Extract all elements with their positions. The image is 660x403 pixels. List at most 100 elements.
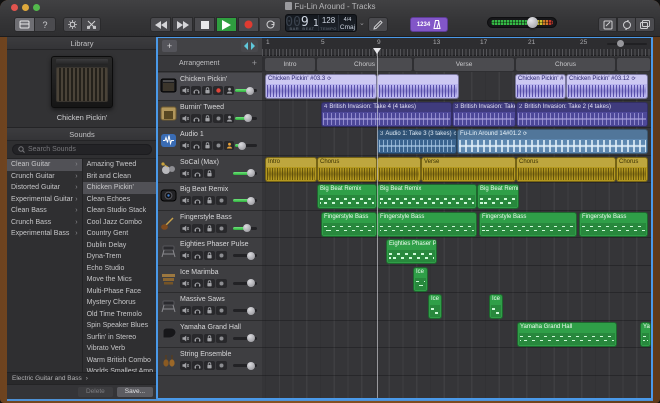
sound-patch-item[interactable]: Mystery Chorus bbox=[83, 297, 157, 309]
count-in-button[interactable]: 1234 bbox=[417, 22, 430, 28]
arrangement-marker[interactable] bbox=[617, 58, 650, 71]
sound-patch-item[interactable]: Move the Mics bbox=[83, 274, 157, 286]
volume-knob[interactable] bbox=[243, 224, 251, 232]
region-chicken-pickin-03-3[interactable]: Chicken Pickin' #03.3⟳ bbox=[265, 74, 377, 99]
track-header-chicken-pickin-[interactable]: Chicken Pickin' bbox=[157, 73, 262, 101]
sound-category-item[interactable]: Experimental Guitar› bbox=[7, 194, 82, 206]
region-chicken-pickin[interactable]: Chicken Pickin' # bbox=[515, 74, 566, 99]
delete-button[interactable]: Delete bbox=[78, 387, 113, 397]
track-lane[interactable] bbox=[262, 348, 652, 376]
loop-browser-button[interactable] bbox=[617, 17, 636, 32]
record-enable-button[interactable] bbox=[216, 251, 227, 260]
track-header-fingerstyle-bass[interactable]: Fingerstyle Bass bbox=[157, 211, 262, 239]
solo-button[interactable] bbox=[192, 169, 203, 178]
sound-patch-item[interactable]: Warm British Combo bbox=[83, 355, 157, 367]
volume-knob[interactable] bbox=[247, 279, 255, 287]
forward-button[interactable] bbox=[172, 17, 193, 32]
track-volume-slider[interactable] bbox=[233, 172, 257, 175]
volume-knob[interactable] bbox=[247, 362, 255, 370]
track-lock-button[interactable] bbox=[204, 196, 215, 205]
track-lane[interactable] bbox=[262, 238, 652, 266]
region-yamaha-grand-hall[interactable]: Yamaha Grand Hall bbox=[517, 322, 617, 347]
track-lock-button[interactable] bbox=[204, 361, 215, 370]
region-british-invasion-take-3-4-takes[interactable]: 3British Invasion: Take 3 (4 takes) bbox=[452, 102, 516, 127]
solo-button[interactable] bbox=[192, 361, 203, 370]
region-chorus[interactable]: Chorus bbox=[616, 157, 648, 182]
sound-category-item[interactable]: Crunch Guitar› bbox=[7, 171, 82, 183]
volume-knob[interactable] bbox=[238, 142, 246, 150]
volume-knob[interactable] bbox=[247, 197, 255, 205]
region-ice[interactable]: Ice bbox=[413, 267, 428, 292]
mute-button[interactable] bbox=[180, 141, 190, 150]
track-header-string-ensemble[interactable]: String Ensemble bbox=[157, 348, 262, 376]
region-fingerstyle-bass[interactable]: Fingerstyle Bass bbox=[579, 212, 648, 237]
track-volume-slider[interactable] bbox=[235, 144, 257, 147]
region-fingerstyle-bass[interactable]: Fingerstyle Bass bbox=[377, 212, 477, 237]
track-lane[interactable] bbox=[262, 293, 652, 321]
mute-button[interactable] bbox=[180, 306, 191, 315]
record-enable-button[interactable] bbox=[216, 334, 227, 343]
solo-button[interactable] bbox=[191, 86, 201, 95]
mute-button[interactable] bbox=[180, 169, 191, 178]
mute-button[interactable] bbox=[180, 114, 190, 123]
sound-patch-item[interactable]: Amazing Tweed bbox=[83, 159, 157, 171]
settings-button[interactable] bbox=[63, 17, 82, 32]
sound-category-item[interactable]: Clean Guitar› bbox=[7, 159, 82, 171]
sound-category-item[interactable]: Clean Bass› bbox=[7, 205, 82, 217]
record-button[interactable] bbox=[238, 17, 259, 32]
sound-patch-item[interactable]: Cool Jazz Combo bbox=[83, 217, 157, 229]
track-lock-button[interactable] bbox=[204, 279, 215, 288]
track-volume-slider[interactable] bbox=[233, 282, 257, 285]
track-lock-button[interactable] bbox=[202, 141, 212, 150]
region-untitled[interactable] bbox=[377, 157, 421, 182]
track-lock-button[interactable] bbox=[204, 334, 215, 343]
arrangement-marker-chorus[interactable]: Chorus bbox=[317, 58, 412, 71]
add-arrangement-marker-button[interactable]: + bbox=[252, 56, 257, 71]
track-header-burnin-tweed[interactable]: Burnin' Tweed bbox=[157, 101, 262, 129]
track-volume-slider[interactable] bbox=[233, 337, 257, 340]
sound-patch-item[interactable]: Spin Speaker Blues bbox=[83, 320, 157, 332]
region-british-invasion-take-4-4-takes[interactable]: 4British Invasion: Take 4 (4 takes) bbox=[321, 102, 452, 127]
region-big-beat-remix[interactable]: Big Beat Remix bbox=[317, 184, 377, 209]
volume-knob[interactable] bbox=[246, 87, 254, 95]
track-volume-slider[interactable] bbox=[233, 364, 257, 367]
track-header-audio-1[interactable]: Audio 1 bbox=[157, 128, 262, 156]
record-enable-button[interactable] bbox=[213, 114, 223, 123]
track-volume-slider[interactable] bbox=[235, 117, 257, 120]
sound-patch-item[interactable]: Old Time Tremolo bbox=[83, 309, 157, 321]
timeline-ruler[interactable]: 15913172125 bbox=[262, 37, 652, 56]
mute-button[interactable] bbox=[180, 361, 191, 370]
solo-button[interactable] bbox=[191, 114, 201, 123]
input-monitoring-button[interactable] bbox=[224, 86, 234, 95]
track-header-options-button[interactable] bbox=[241, 40, 258, 52]
mute-button[interactable] bbox=[180, 224, 191, 233]
track-header-eighties-phaser-pulse[interactable]: Eighties Phaser Pulse bbox=[157, 238, 262, 266]
region-untitled[interactable] bbox=[377, 74, 459, 99]
record-enable-button[interactable] bbox=[216, 306, 227, 315]
region-ya[interactable]: Ya bbox=[640, 322, 651, 347]
sound-patch-item[interactable]: Brit and Clean bbox=[83, 171, 157, 183]
zoom-slider-knob[interactable] bbox=[617, 40, 624, 47]
mute-button[interactable] bbox=[180, 196, 191, 205]
lcd-display[interactable]: 00 9 1 BAR BEAT 128 TEMPO 4/4 Cmaj bbox=[285, 14, 357, 32]
solo-button[interactable] bbox=[192, 306, 203, 315]
track-header-massive-saws[interactable]: Massive Saws bbox=[157, 293, 262, 321]
cut-button[interactable] bbox=[82, 17, 101, 32]
zoom-slider[interactable] bbox=[607, 40, 647, 47]
region-ice[interactable]: Ice bbox=[428, 294, 442, 319]
solo-button[interactable] bbox=[192, 334, 203, 343]
track-volume-slider[interactable] bbox=[233, 227, 257, 230]
record-enable-button[interactable] bbox=[216, 196, 227, 205]
mute-button[interactable] bbox=[180, 279, 191, 288]
record-enable-button[interactable] bbox=[216, 224, 227, 233]
track-lock-button[interactable] bbox=[204, 306, 215, 315]
track-header-yamaha-grand-hall[interactable]: Yamaha Grand Hall bbox=[157, 321, 262, 349]
sound-category-item[interactable]: Experimental Bass› bbox=[7, 228, 82, 240]
solo-button[interactable] bbox=[191, 141, 201, 150]
region-intro[interactable]: Intro bbox=[265, 157, 317, 182]
track-header-ice-marimba[interactable]: Ice Marimba bbox=[157, 266, 262, 294]
mute-button[interactable] bbox=[180, 251, 191, 260]
volume-knob[interactable] bbox=[247, 334, 255, 342]
track-lock-button[interactable] bbox=[204, 169, 215, 178]
region-eighties-phaser-pul[interactable]: Eighties Phaser Pul bbox=[386, 239, 437, 264]
